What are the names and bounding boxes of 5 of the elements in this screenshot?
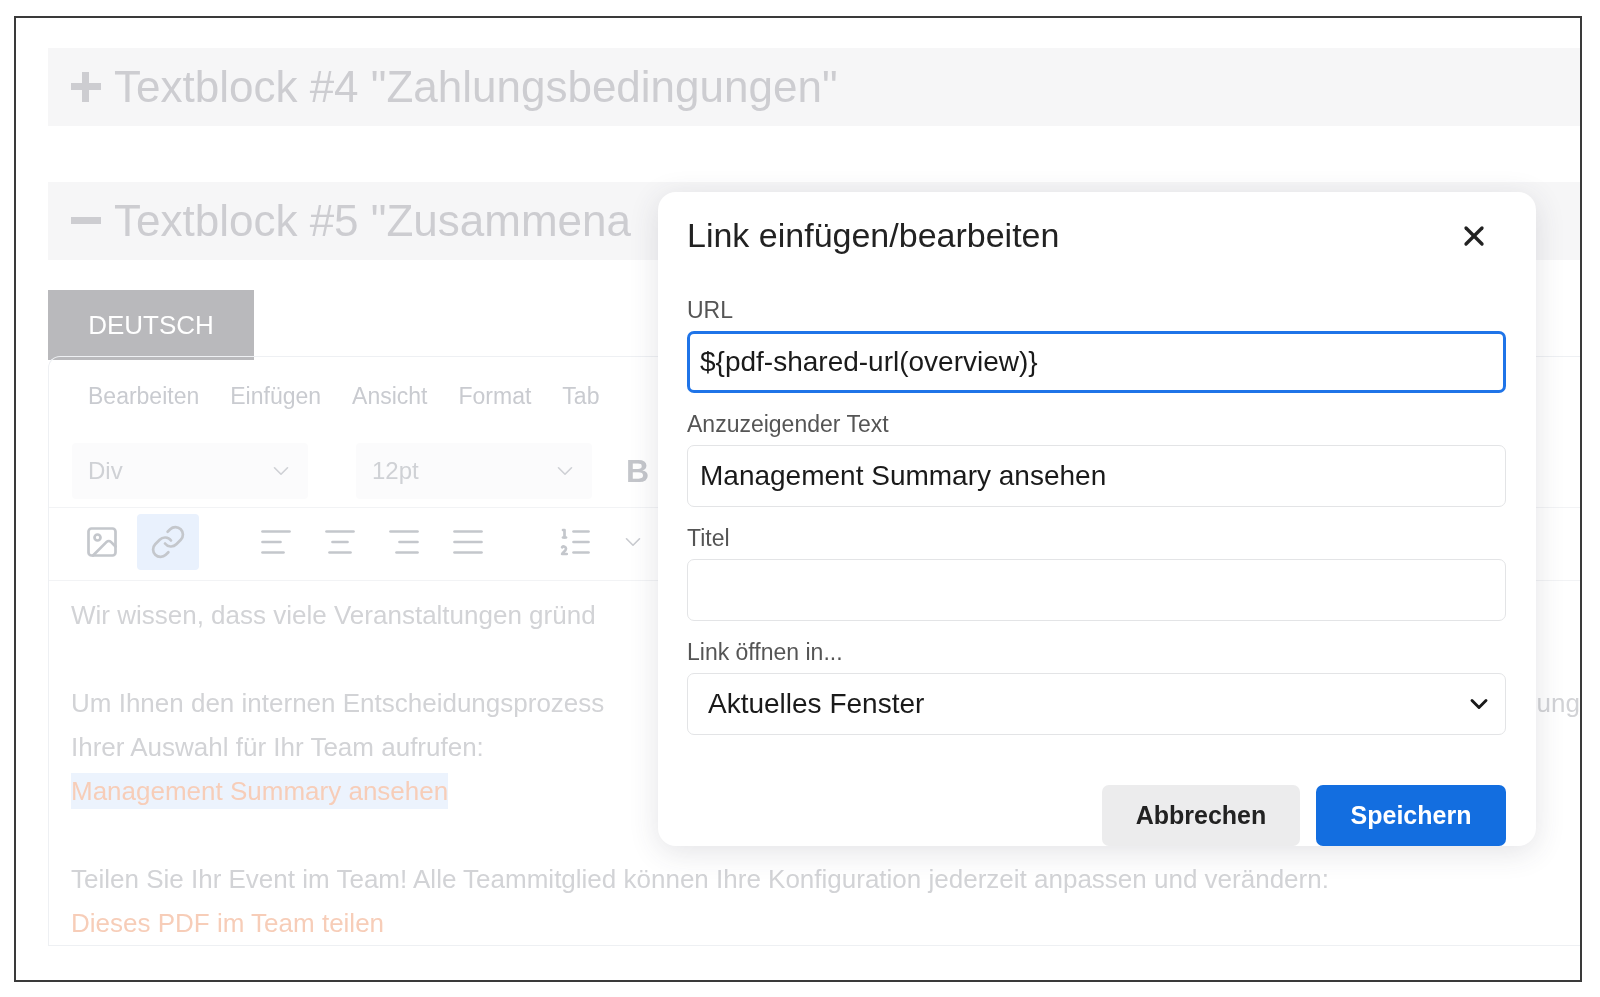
field-label: Titel [687,524,730,554]
field-label: URL [687,296,733,325]
field-label: Anzuzeigender Text [687,410,889,440]
field-label: Link öffnen in... [687,638,843,668]
dialog-title: Link einfügen/bearbeiten [687,216,1060,255]
